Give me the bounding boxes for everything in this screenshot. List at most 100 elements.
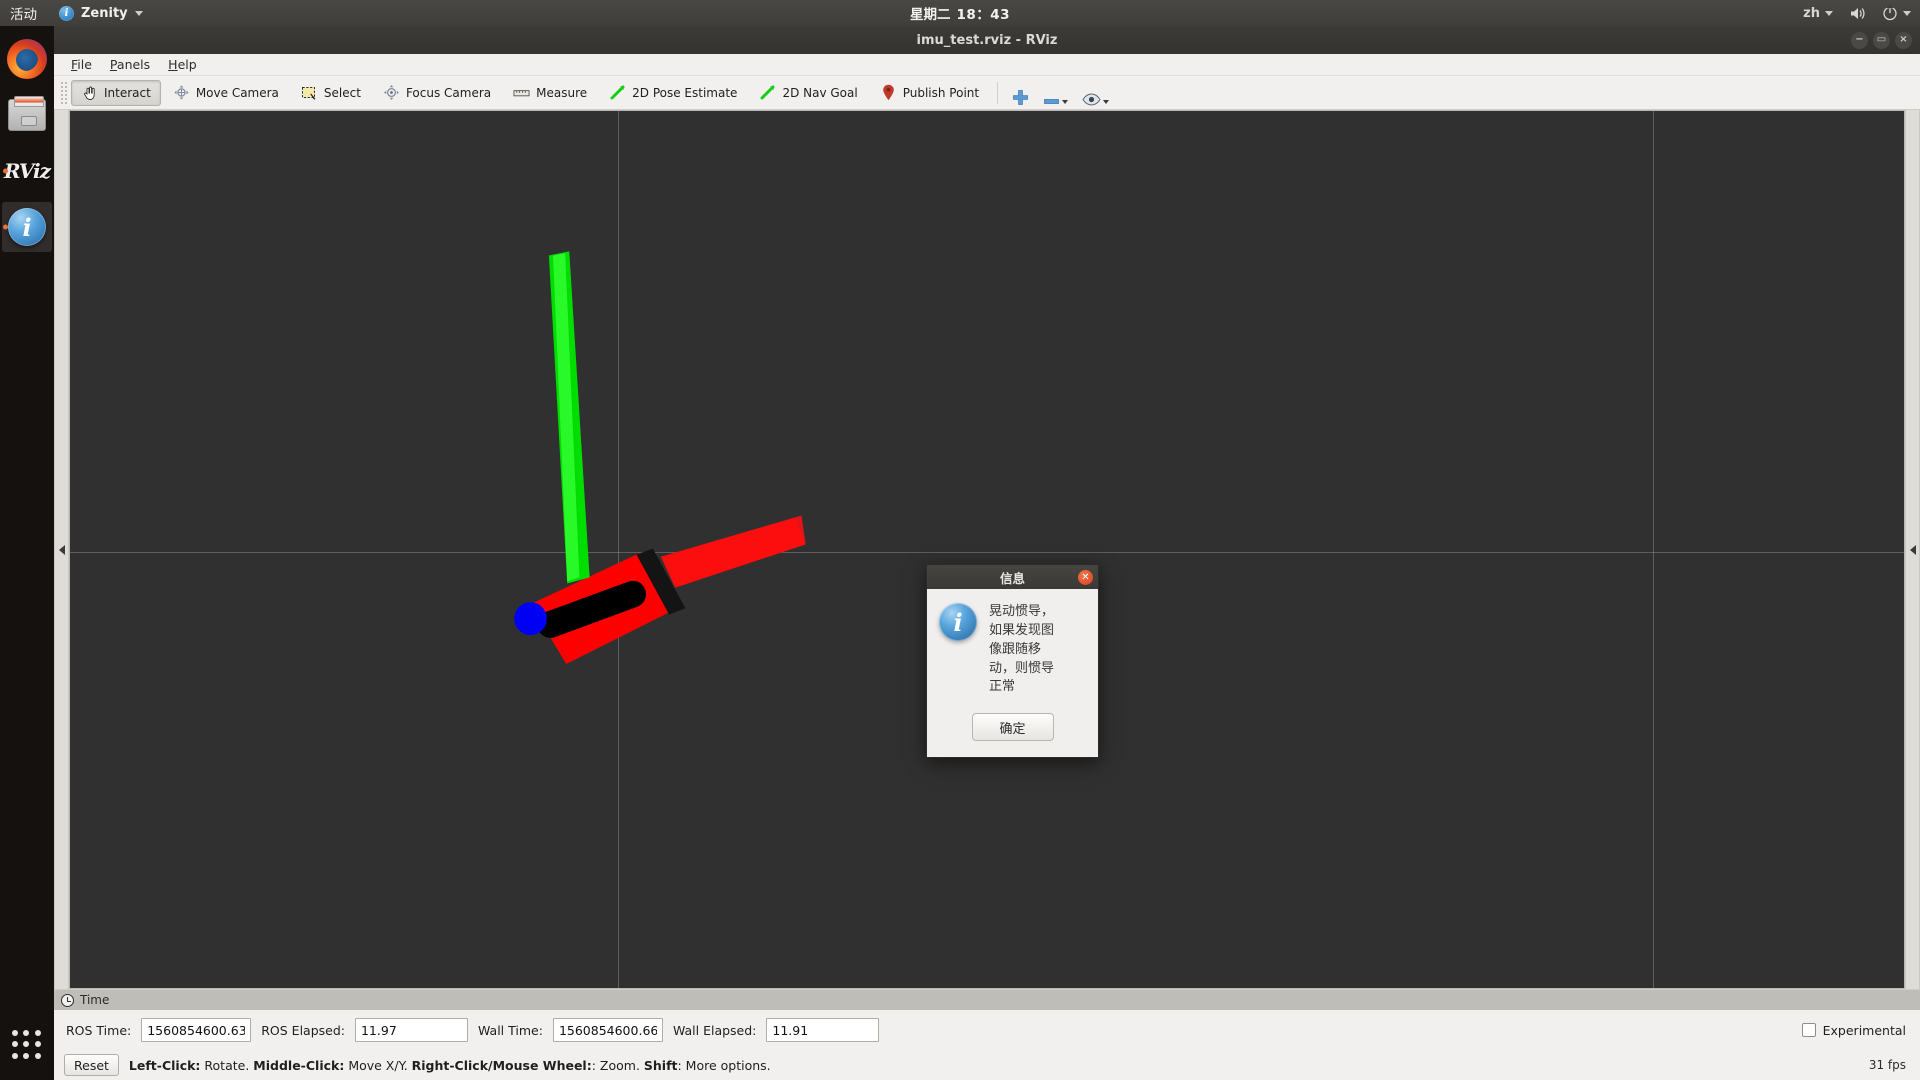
tool-move-camera[interactable]: Move Camera xyxy=(163,80,289,106)
tool-label: Measure xyxy=(536,86,587,100)
running-indicator-dot xyxy=(3,169,8,174)
checkbox-box xyxy=(1802,1023,1816,1037)
running-indicator-dot xyxy=(3,225,8,230)
minimize-button[interactable]: − xyxy=(1851,32,1868,49)
menu-bar: File Panels Help xyxy=(54,54,1920,76)
fps-indicator: 31 fps xyxy=(1869,1058,1906,1072)
tool-interact[interactable]: Interact xyxy=(71,80,161,106)
close-icon[interactable]: ✕ xyxy=(1078,570,1093,585)
wall-elapsed-input[interactable] xyxy=(766,1018,879,1042)
clock-weekday: 星期二 xyxy=(910,3,951,23)
menu-panels[interactable]: Panels xyxy=(101,55,159,74)
app-menu-zenity[interactable]: i Zenity xyxy=(49,0,153,26)
tool-2d-nav-goal[interactable]: 2D Nav Goal xyxy=(749,80,867,106)
main-toolbar: Interact Move Camera Select xyxy=(54,76,1920,110)
map-pin-icon xyxy=(880,84,897,101)
plus-icon xyxy=(1012,89,1029,106)
clock-time: 18：43 xyxy=(956,3,1010,23)
collapse-left-panel-handle[interactable] xyxy=(54,110,69,989)
tool-label: Focus Camera xyxy=(406,86,491,100)
window-titlebar: imu_test.rviz - RViz − ▭ × xyxy=(54,26,1920,54)
hint-part: Move X/Y. xyxy=(344,1058,411,1073)
time-panel-header: Time xyxy=(54,990,1920,1010)
rviz-window: imu_test.rviz - RViz − ▭ × File Panels H… xyxy=(54,26,1920,1080)
dialog-footer: 确定 xyxy=(927,703,1098,757)
pose-arrow-icon xyxy=(609,84,626,101)
tool-measure[interactable]: Measure xyxy=(503,80,597,106)
dock-item-files[interactable] xyxy=(2,90,52,140)
add-tool-button[interactable] xyxy=(1005,80,1036,106)
collapse-right-panel-handle[interactable] xyxy=(1905,110,1920,989)
maximize-button[interactable]: ▭ xyxy=(1873,32,1890,49)
hint-part: : Zoom. xyxy=(592,1058,644,1073)
window-title: imu_test.rviz - RViz xyxy=(917,33,1058,48)
toolbar-grip[interactable] xyxy=(60,81,67,105)
focus-camera-icon xyxy=(383,84,400,101)
tool-label: Select xyxy=(324,86,361,100)
chevron-down-icon xyxy=(1062,100,1068,104)
minus-icon xyxy=(1043,97,1060,106)
time-fields-row: ROS Time: ROS Elapsed: Wall Time: Wall E… xyxy=(54,1010,1920,1050)
tool-focus-camera[interactable]: Focus Camera xyxy=(373,80,501,106)
chevron-down-icon xyxy=(1825,11,1833,16)
experimental-checkbox[interactable]: Experimental xyxy=(1802,1023,1906,1038)
clock-icon xyxy=(61,994,74,1007)
mouse-hint-text: Left-Click: Rotate. Middle-Click: Move X… xyxy=(129,1058,771,1073)
close-button[interactable]: × xyxy=(1895,32,1912,49)
info-icon: i xyxy=(939,603,977,641)
dock-item-zenity[interactable]: i xyxy=(2,202,52,252)
dialog-message: 晃动惯导，如果发现图像跟随移动，则惯导正常 xyxy=(989,603,1057,697)
hint-part: Shift xyxy=(644,1058,678,1073)
ros-time-input[interactable] xyxy=(141,1018,251,1042)
ros-elapsed-label: ROS Elapsed: xyxy=(261,1023,345,1038)
eye-icon xyxy=(1082,93,1101,106)
tool-label: Move Camera xyxy=(196,86,279,100)
wall-time-input[interactable] xyxy=(553,1018,663,1042)
language-label: zh xyxy=(1803,6,1820,21)
select-rectangle-icon xyxy=(301,84,318,101)
activities-button[interactable]: 活动 xyxy=(0,0,49,26)
dialog-body: i 晃动惯导，如果发现图像跟随移动，则惯导正常 xyxy=(927,589,1098,703)
tool-label: 2D Pose Estimate xyxy=(632,86,737,100)
hint-part: Left-Click: xyxy=(129,1058,201,1073)
gnome-top-bar: 活动 i Zenity 星期二 18：43 zh xyxy=(0,0,1920,26)
dock-item-firefox[interactable] xyxy=(2,34,52,84)
reset-button[interactable]: Reset xyxy=(64,1054,119,1076)
info-icon: i xyxy=(8,208,46,246)
ros-time-label: ROS Time: xyxy=(66,1023,131,1038)
tool-publish-point[interactable]: Publish Point xyxy=(870,80,989,106)
experimental-label: Experimental xyxy=(1823,1023,1906,1038)
hint-part: : More options. xyxy=(678,1058,771,1073)
wall-elapsed-label: Wall Elapsed: xyxy=(673,1023,756,1038)
chevron-down-icon xyxy=(135,11,143,16)
nav-goal-arrow-icon xyxy=(759,84,776,101)
wall-time-label: Wall Time: xyxy=(478,1023,543,1038)
time-panel: Time ROS Time: ROS Elapsed: Wall Time: W… xyxy=(54,989,1920,1050)
power-icon xyxy=(1882,5,1898,21)
tool-2d-pose-estimate[interactable]: 2D Pose Estimate xyxy=(599,80,747,106)
volume-button[interactable] xyxy=(1846,6,1869,21)
show-applications-button[interactable] xyxy=(12,1030,42,1060)
menu-help[interactable]: Help xyxy=(159,55,206,74)
remove-tool-button[interactable] xyxy=(1036,80,1075,106)
power-menu-button[interactable] xyxy=(1879,5,1914,21)
ruler-icon xyxy=(513,84,530,101)
tool-select[interactable]: Select xyxy=(291,80,371,106)
language-indicator[interactable]: zh xyxy=(1800,6,1836,21)
3d-render-view[interactable]: 信息 ✕ i 晃动惯导，如果发现图像跟随移动，则惯导正常 确定 xyxy=(69,110,1905,989)
menu-file[interactable]: File xyxy=(62,55,101,74)
info-icon: i xyxy=(59,6,74,21)
ros-elapsed-input[interactable] xyxy=(355,1018,468,1042)
dock-item-rviz[interactable]: RViz xyxy=(2,146,52,196)
hint-part: Right-Click/Mouse Wheel: xyxy=(412,1058,592,1073)
status-bar: Reset Left-Click: Rotate. Middle-Click: … xyxy=(54,1050,1920,1080)
firefox-icon xyxy=(7,39,47,79)
view-tool-button[interactable] xyxy=(1075,80,1116,106)
move-camera-icon xyxy=(173,84,190,101)
ok-button[interactable]: 确定 xyxy=(972,713,1054,741)
clock-button[interactable]: 星期二 18：43 xyxy=(910,3,1010,23)
system-tray: zh xyxy=(1800,5,1914,21)
view-area: 信息 ✕ i 晃动惯导，如果发现图像跟随移动，则惯导正常 确定 xyxy=(54,110,1920,989)
imu-axes-marker xyxy=(70,111,1904,988)
chevron-down-icon xyxy=(1103,100,1109,104)
